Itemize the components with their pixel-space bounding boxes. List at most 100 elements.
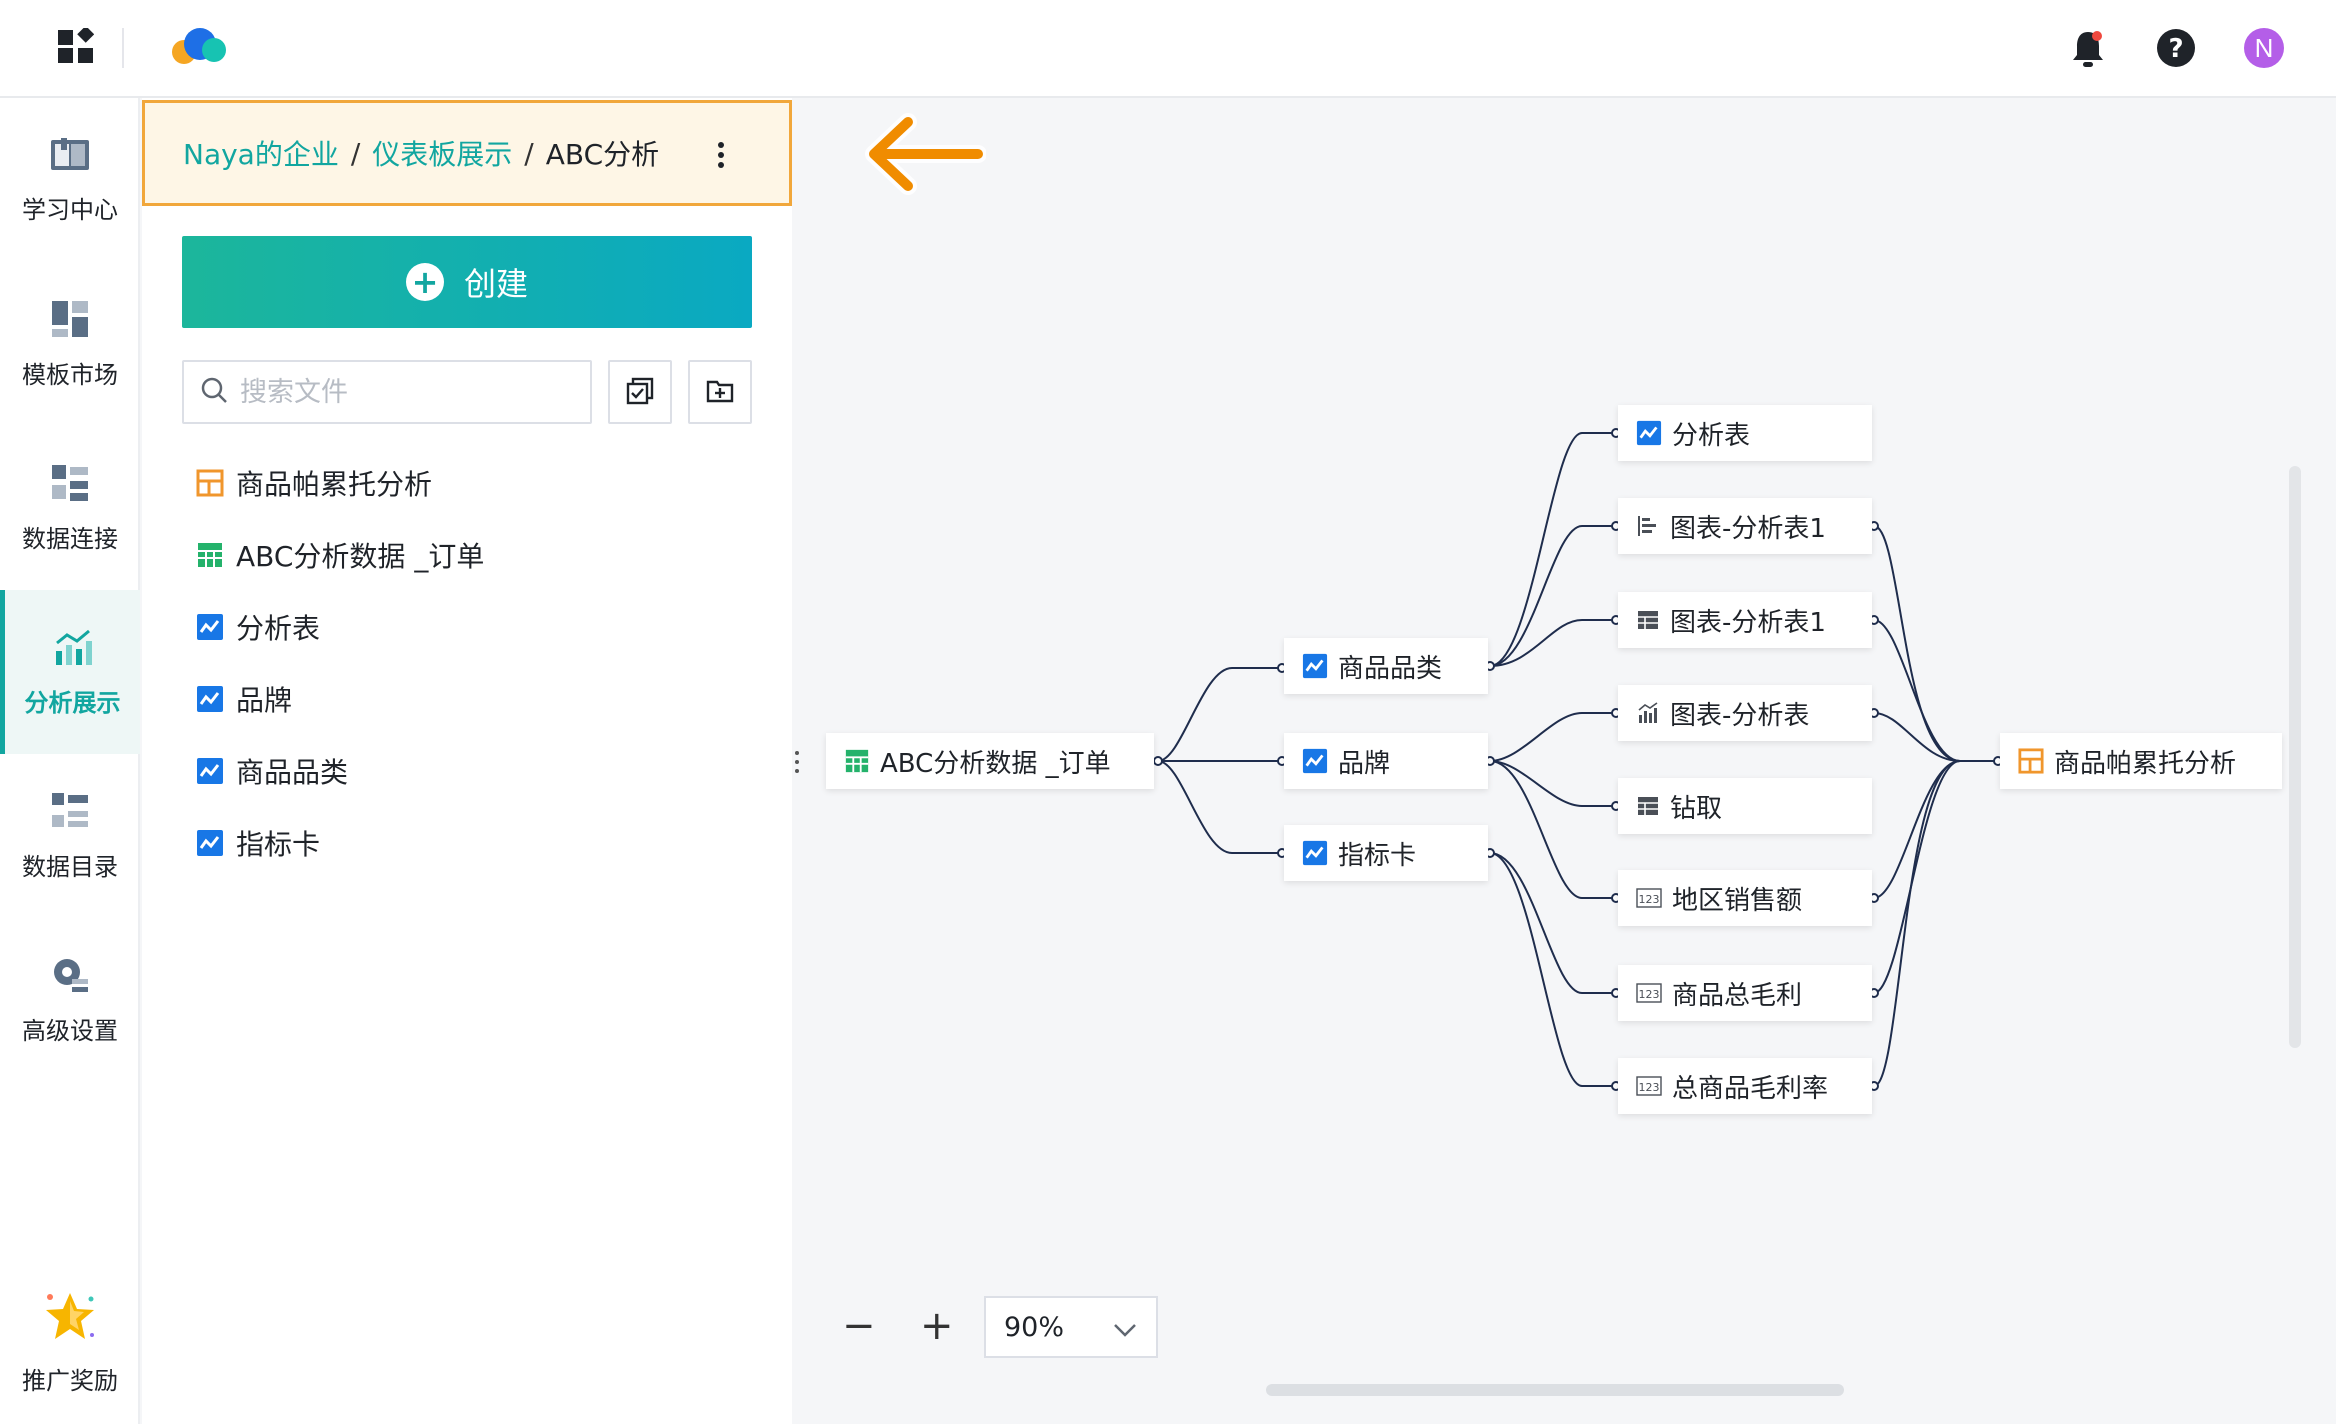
breadcrumb-org-link[interactable]: Naya的企业 — [183, 133, 339, 173]
new-folder-button[interactable] — [688, 360, 752, 424]
cloud-logo-icon[interactable] — [168, 26, 232, 66]
node-label: 地区销售额 — [1672, 885, 1803, 916]
plus-circle-icon: + — [405, 263, 444, 301]
lineage-node-component[interactable]: 图表-分析表1 — [1618, 498, 1872, 554]
analysis-chart-icon — [1302, 653, 1328, 679]
file-item-table[interactable]: ABC分析数据 _订单 — [196, 530, 484, 580]
table-icon — [196, 541, 224, 569]
advanced-settings-icon — [50, 955, 90, 999]
nav-label: 数据连接 — [22, 524, 118, 553]
batch-select-button[interactable] — [608, 360, 672, 424]
left-nav: 学习中心 模板市场 数据连接 分析展示 数据目录 高级设置 推广奖励 — [0, 98, 140, 1424]
search-icon — [200, 376, 228, 408]
lineage-node-analysis[interactable]: 品牌 — [1284, 733, 1488, 789]
vertical-scrollbar[interactable] — [2289, 466, 2301, 1048]
node-label: 图表-分析表1 — [1670, 513, 1826, 544]
nav-item-advanced-settings[interactable]: 高级设置 — [0, 918, 140, 1082]
analysis-chart-icon — [1302, 840, 1328, 866]
combo-chart-icon — [1636, 701, 1660, 725]
nav-item-data-catalog[interactable]: 数据目录 — [0, 754, 140, 918]
chart-analysis-icon — [53, 627, 93, 671]
breadcrumb: Naya的企业 / 仪表板展示 / ABC分析 — [142, 100, 792, 206]
checkbox-multi-icon — [626, 377, 654, 408]
number-kpi-icon: 123 — [1636, 1074, 1662, 1098]
more-vertical-icon[interactable] — [715, 139, 727, 178]
file-name: 分析表 — [236, 612, 321, 645]
lineage-node-component[interactable]: 123 地区销售额 — [1618, 870, 1872, 926]
lineage-node-component[interactable]: 123 总商品毛利率 — [1618, 1058, 1872, 1114]
breadcrumb-separator: / — [524, 136, 534, 170]
node-label: 指标卡 — [1338, 840, 1417, 871]
template-icon — [50, 299, 90, 343]
bar-chart-horizontal-icon — [1636, 514, 1660, 538]
node-label: ABC分析数据 _订单 — [880, 748, 1111, 779]
svg-text:123: 123 — [1639, 893, 1660, 906]
search-box — [182, 360, 592, 424]
zoom-level-value: 90% — [1004, 1311, 1065, 1343]
zoom-out-button[interactable]: − — [842, 1306, 876, 1346]
apps-icon[interactable] — [58, 28, 94, 64]
nav-label: 模板市场 — [22, 360, 118, 389]
top-bar: ? N — [0, 0, 2336, 98]
number-kpi-icon: 123 — [1636, 981, 1662, 1005]
lineage-node-dashboard[interactable]: 商品帕累托分析 — [2000, 733, 2282, 789]
lineage-node-component[interactable]: 钻取 — [1618, 778, 1872, 834]
lineage-node-component[interactable]: 123 商品总毛利 — [1618, 965, 1872, 1021]
nav-item-analysis-display[interactable]: 分析展示 — [0, 590, 140, 754]
file-item-analysis[interactable]: 品牌 — [196, 674, 292, 724]
node-label: 钻取 — [1670, 793, 1723, 824]
nav-item-promotion-reward[interactable]: 推广奖励 — [0, 1260, 140, 1424]
file-item-dashboard[interactable]: 商品帕累托分析 — [196, 458, 432, 508]
topbar-divider — [122, 28, 124, 68]
file-name: 商品帕累托分析 — [236, 468, 433, 501]
nav-item-template-market[interactable]: 模板市场 — [0, 262, 140, 426]
file-name: ABC分析数据 _订单 — [236, 540, 485, 573]
search-input[interactable] — [240, 376, 570, 408]
breadcrumb-current: ABC分析 — [545, 138, 660, 171]
analysis-chart-icon — [196, 685, 224, 713]
nav-item-data-connection[interactable]: 数据连接 — [0, 426, 140, 590]
zoom-in-button[interactable]: + — [920, 1306, 954, 1346]
nav-label: 数据目录 — [22, 852, 118, 881]
analysis-chart-icon — [1302, 748, 1328, 774]
node-label: 商品总毛利 — [1672, 980, 1803, 1011]
nav-item-learning-center[interactable]: 学习中心 — [0, 98, 140, 262]
horizontal-scrollbar[interactable] — [1266, 1384, 1844, 1396]
user-avatar[interactable]: N — [2244, 28, 2284, 68]
number-kpi-icon: 123 — [1636, 886, 1662, 910]
grid-table-icon — [1636, 794, 1660, 818]
help-icon[interactable]: ? — [2156, 28, 2196, 68]
bell-icon[interactable] — [2070, 28, 2106, 68]
chevron-down-icon — [1112, 1316, 1138, 1347]
zoom-level-select[interactable]: 90% — [984, 1296, 1158, 1358]
nav-label: 高级设置 — [22, 1016, 118, 1045]
analysis-chart-icon — [196, 757, 224, 785]
catalog-icon — [50, 791, 90, 835]
dashboard-icon — [2018, 748, 2044, 774]
lineage-node-component[interactable]: 分析表 — [1618, 405, 1872, 461]
lineage-node-component[interactable]: 图表-分析表 — [1618, 685, 1872, 741]
create-button[interactable]: + 创建 — [182, 236, 752, 328]
file-item-analysis[interactable]: 分析表 — [196, 602, 320, 652]
lineage-node-analysis[interactable]: 指标卡 — [1284, 825, 1488, 881]
nav-label: 学习中心 — [22, 195, 118, 224]
file-panel: Naya的企业 / 仪表板展示 / ABC分析 + 创建 搜索文件 商品帕累托分… — [142, 98, 792, 1424]
file-item-analysis[interactable]: 指标卡 — [196, 818, 320, 868]
dashboard-icon — [196, 469, 224, 497]
table-icon — [844, 748, 870, 774]
lineage-canvas[interactable]: ABC分析数据 _订单 商品品类 品牌 指标卡 分析表 图表-分析表1 图表-分… — [792, 98, 2336, 1424]
lineage-node-analysis[interactable]: 商品品类 — [1284, 638, 1488, 694]
svg-text:123: 123 — [1639, 988, 1660, 1001]
book-icon — [49, 136, 91, 178]
lineage-node-component[interactable]: 图表-分析表1 — [1618, 592, 1872, 648]
breadcrumb-folder-link[interactable]: 仪表板展示 — [372, 133, 512, 173]
create-label: 创建 — [463, 265, 528, 303]
node-label: 总商品毛利率 — [1672, 1073, 1829, 1104]
grid-table-icon — [1636, 608, 1660, 632]
analysis-chart-icon — [1636, 420, 1662, 446]
file-name: 品牌 — [236, 684, 293, 717]
lineage-node-source-table[interactable]: ABC分析数据 _订单 — [826, 733, 1154, 789]
breadcrumb-separator: / — [350, 136, 361, 170]
node-label: 图表-分析表 — [1670, 700, 1810, 731]
file-item-analysis[interactable]: 商品品类 — [196, 746, 348, 796]
